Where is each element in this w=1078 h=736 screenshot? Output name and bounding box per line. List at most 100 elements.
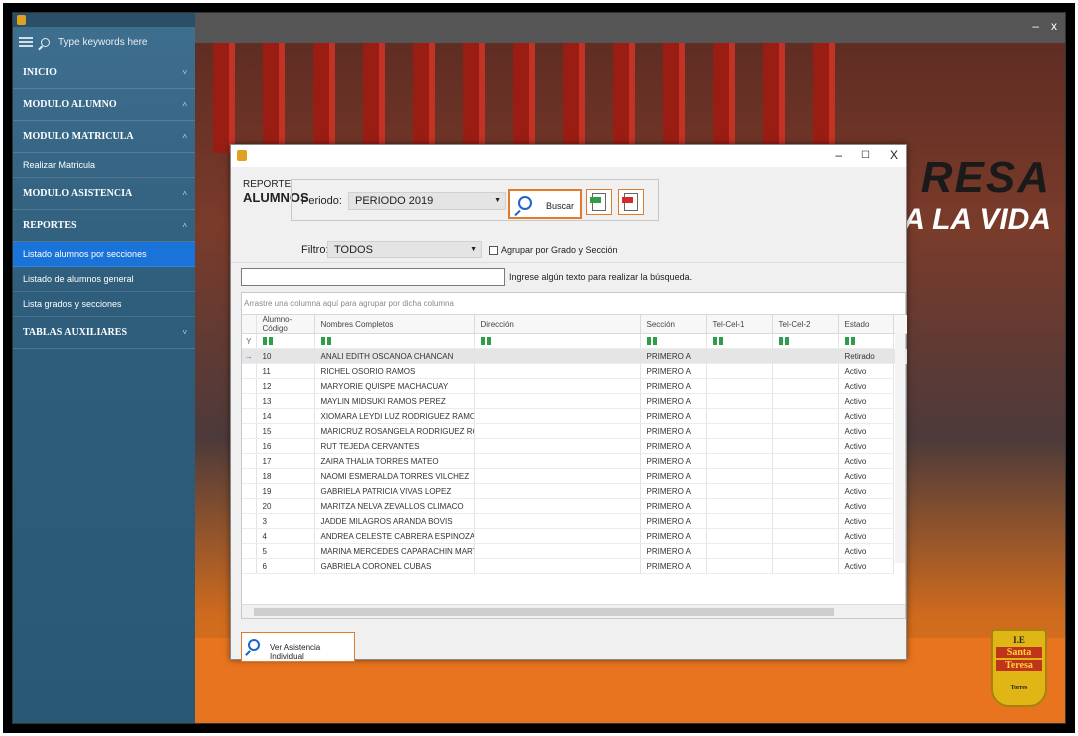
- table-cell[interactable]: [474, 363, 641, 379]
- table-cell[interactable]: PRIMERO A: [640, 438, 707, 454]
- filter-cell[interactable]: [838, 333, 894, 349]
- ver-asistencia-button[interactable]: Ver Asistencia Individual: [241, 632, 355, 662]
- table-cell[interactable]: Activo: [838, 468, 894, 484]
- table-cell[interactable]: [706, 558, 773, 574]
- table-cell[interactable]: XIOMARA LEYDI LUZ RODRIGUEZ RAMOS: [314, 408, 475, 424]
- table-cell[interactable]: [474, 408, 641, 424]
- sidebar-subitem-lista-grados[interactable]: Lista grados y secciones: [13, 292, 195, 317]
- table-row[interactable]: 15MARICRUZ ROSANGELA RODRIGUEZ ROSARIO PR…: [242, 423, 907, 439]
- table-cell[interactable]: [772, 453, 839, 469]
- table-cell[interactable]: 19: [256, 483, 315, 499]
- table-cell[interactable]: Activo: [838, 543, 894, 559]
- sidebar-item-reportes[interactable]: REPORTES ˄: [13, 210, 195, 242]
- table-cell[interactable]: [772, 348, 839, 364]
- table-cell[interactable]: [772, 393, 839, 409]
- column-header[interactable]: Tel-Cel-1: [706, 315, 773, 334]
- table-row[interactable]: 16 RUT TEJEDA CERVANTES PRIMERO A Activo: [242, 438, 907, 454]
- sidebar-item-modulo-asistencia[interactable]: MODULO ASISTENCIA ˄: [13, 178, 195, 210]
- scrollbar-thumb[interactable]: [254, 608, 834, 616]
- table-cell[interactable]: 6: [256, 558, 315, 574]
- table-cell[interactable]: PRIMERO A: [640, 483, 707, 499]
- filter-cell[interactable]: [772, 333, 839, 349]
- table-cell[interactable]: [474, 423, 641, 439]
- table-cell[interactable]: PRIMERO A: [640, 498, 707, 514]
- table-cell[interactable]: [706, 453, 773, 469]
- table-cell[interactable]: ANDREA CELESTE CABRERA ESPINOZA: [314, 528, 475, 544]
- table-cell[interactable]: [474, 393, 641, 409]
- group-panel-hint[interactable]: Arrastre una columna aquí para agrupar p…: [242, 293, 905, 315]
- table-cell[interactable]: ANALI EDITH OSCANOA CHANCAN: [314, 348, 475, 364]
- table-cell[interactable]: [772, 513, 839, 529]
- hamburger-menu-icon[interactable]: [19, 37, 33, 47]
- table-cell[interactable]: PRIMERO A: [640, 453, 707, 469]
- table-cell[interactable]: RICHEL OSORIO RAMOS: [314, 363, 475, 379]
- sidebar-subitem-listado-secciones[interactable]: Listado alumnos por secciones: [13, 242, 195, 267]
- table-cell[interactable]: Activo: [838, 483, 894, 499]
- table-cell[interactable]: [772, 558, 839, 574]
- table-cell[interactable]: [706, 348, 773, 364]
- filter-cell[interactable]: [640, 333, 707, 349]
- table-cell[interactable]: Activo: [838, 378, 894, 394]
- table-row[interactable]: 6 GABRIELA CORONEL CUBAS PRIMERO A Activo: [242, 558, 907, 574]
- window-close-button[interactable]: x: [1051, 19, 1057, 33]
- column-header[interactable]: Nombres Completos: [314, 315, 475, 334]
- sidebar-item-inicio[interactable]: INICIO ˅: [13, 57, 195, 89]
- column-header[interactable]: Alumno-Código: [256, 315, 315, 334]
- table-cell[interactable]: 3: [256, 513, 315, 529]
- filter-cell[interactable]: [474, 333, 641, 349]
- dialog-minimize-button[interactable]: –: [835, 148, 842, 162]
- table-cell[interactable]: [772, 528, 839, 544]
- table-cell[interactable]: 15: [256, 423, 315, 439]
- table-row[interactable]: 3 JADDE MILAGROS ARANDA BOVIS PRIMERO A Act…: [242, 513, 907, 529]
- table-cell[interactable]: 18: [256, 468, 315, 484]
- periodo-select[interactable]: PERIODO 2019 ▼: [348, 192, 506, 210]
- table-cell[interactable]: JADDE MILAGROS ARANDA BOVIS: [314, 513, 475, 529]
- table-row[interactable]: 4 ANDREA CELESTE CABRERA ESPINOZA PRIMERO …: [242, 528, 907, 544]
- sidebar-item-modulo-matricula[interactable]: MODULO MATRICULA ˄: [13, 121, 195, 153]
- table-cell[interactable]: 10: [256, 348, 315, 364]
- table-cell[interactable]: [474, 378, 641, 394]
- table-row[interactable]: → 10 ANALI EDITH OSCANOA CHANCAN PRIMERO A R…: [242, 348, 907, 364]
- table-cell[interactable]: [474, 513, 641, 529]
- window-minimize-button[interactable]: –: [1032, 19, 1039, 33]
- table-row[interactable]: 18 NAOMI ESMERALDA TORRES VILCHEZ PRIMERO …: [242, 468, 907, 484]
- table-cell[interactable]: MARINA MERCEDES CAPARACHIN MARTINEZ: [314, 543, 475, 559]
- table-row[interactable]: 14 XIOMARA LEYDI LUZ RODRIGUEZ RAMOS PRIME…: [242, 408, 907, 424]
- table-cell[interactable]: MARYORIE QUISPE MACHACUAY: [314, 378, 475, 394]
- table-cell[interactable]: PRIMERO A: [640, 423, 707, 439]
- agrupar-checkbox[interactable]: [489, 246, 498, 255]
- table-cell[interactable]: PRIMERO A: [640, 528, 707, 544]
- table-cell[interactable]: 16: [256, 438, 315, 454]
- filter-cell[interactable]: [256, 333, 315, 349]
- table-cell[interactable]: Activo: [838, 393, 894, 409]
- table-cell[interactable]: Activo: [838, 498, 894, 514]
- table-cell[interactable]: RUT TEJEDA CERVANTES: [314, 438, 475, 454]
- table-cell[interactable]: [706, 438, 773, 454]
- table-cell[interactable]: MARICRUZ ROSANGELA RODRIGUEZ ROSARIO: [314, 423, 475, 439]
- table-cell[interactable]: [706, 543, 773, 559]
- table-cell[interactable]: GABRIELA PATRICIA VIVAS LOPEZ: [314, 483, 475, 499]
- column-header[interactable]: Dirección: [474, 315, 641, 334]
- table-cell[interactable]: [706, 393, 773, 409]
- table-cell[interactable]: [706, 363, 773, 379]
- table-cell[interactable]: ZAIRA THALIA TORRES MATEO: [314, 453, 475, 469]
- table-cell[interactable]: [772, 378, 839, 394]
- dialog-maximize-button[interactable]: ☐: [861, 150, 870, 161]
- table-cell[interactable]: 13: [256, 393, 315, 409]
- table-row[interactable]: 20 MARITZA NELVA ZEVALLOS CLIMACO PRIMERO …: [242, 498, 907, 514]
- table-cell[interactable]: [772, 438, 839, 454]
- table-cell[interactable]: [474, 468, 641, 484]
- table-row[interactable]: 17 ZAIRA THALIA TORRES MATEO PRIMERO A Acti…: [242, 453, 907, 469]
- dialog-close-button[interactable]: X: [890, 148, 898, 162]
- table-cell[interactable]: MAYLIN MIDSUKI RAMOS PEREZ: [314, 393, 475, 409]
- table-cell[interactable]: [474, 348, 641, 364]
- filter-cell[interactable]: [706, 333, 773, 349]
- table-cell[interactable]: PRIMERO A: [640, 348, 707, 364]
- table-cell[interactable]: PRIMERO A: [640, 513, 707, 529]
- table-cell[interactable]: MARITZA NELVA ZEVALLOS CLIMACO: [314, 498, 475, 514]
- table-cell[interactable]: PRIMERO A: [640, 363, 707, 379]
- table-cell[interactable]: 11: [256, 363, 315, 379]
- table-row[interactable]: 12 MARYORIE QUISPE MACHACUAY PRIMERO A Acti…: [242, 378, 907, 394]
- table-cell[interactable]: 14: [256, 408, 315, 424]
- column-header[interactable]: Estado: [838, 315, 894, 334]
